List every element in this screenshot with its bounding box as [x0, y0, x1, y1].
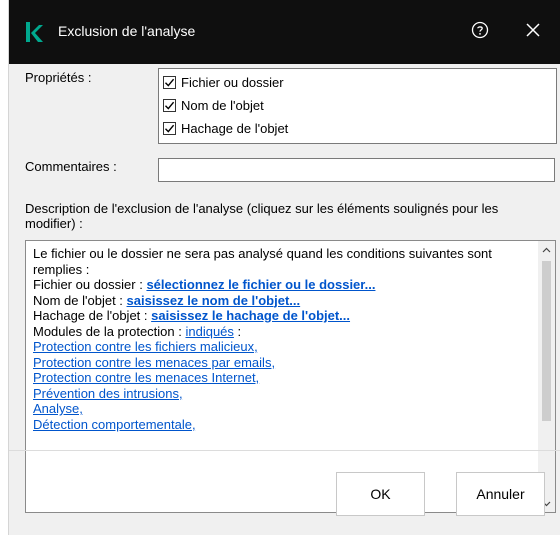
module-link[interactable]: Prévention des intrusions, — [33, 386, 183, 401]
name-condition-label: Nom de l'objet : — [33, 292, 127, 308]
kaspersky-logo-icon — [26, 22, 43, 42]
checkmark-icon — [165, 101, 175, 110]
scroll-up-button[interactable] — [538, 241, 555, 258]
module-link[interactable]: Détection comportementale, — [33, 417, 196, 432]
module-link[interactable]: Protection contre les menaces par emails… — [33, 355, 275, 370]
dialog-content: Propriétés : Fichier ou dossier Nom de l… — [9, 64, 560, 535]
cancel-button[interactable]: Annuler — [456, 472, 545, 516]
enter-hash-link[interactable]: saisissez le hachage de l'objet... — [151, 308, 350, 323]
scroll-thumb[interactable] — [542, 261, 551, 421]
modules-suffix: : — [233, 323, 242, 339]
description-label: Description de l'exclusion de l'analyse … — [25, 201, 499, 231]
modules-row: Modules de la protection : indiqués : — [33, 324, 529, 340]
modules-link[interactable]: indiqués — [185, 324, 233, 339]
close-icon[interactable] — [522, 19, 544, 41]
property-object-name[interactable]: Nom de l'objet — [163, 94, 264, 116]
checkmark-icon — [165, 124, 175, 133]
checkbox-object-name[interactable] — [163, 98, 176, 112]
property-label: Nom de l'objet — [181, 97, 264, 113]
file-condition-row: Fichier ou dossier : sélectionnez le fic… — [33, 277, 529, 293]
property-file-or-folder[interactable]: Fichier ou dossier — [163, 71, 284, 93]
property-label: Fichier ou dossier — [181, 74, 284, 90]
properties-list: Fichier ou dossier Nom de l'objet Hachag… — [158, 68, 557, 144]
exclusion-dialog: Exclusion de l'analyse Propriétés : Fich… — [9, 0, 560, 535]
select-file-link[interactable]: sélectionnez le fichier ou le dossier... — [146, 277, 375, 292]
checkbox-object-hash[interactable] — [163, 121, 176, 135]
module-link[interactable]: Analyse, — [33, 401, 83, 416]
property-label: Hachage de l'objet — [181, 120, 289, 136]
hash-condition-row: Hachage de l'objet : saisissez le hachag… — [33, 308, 529, 324]
background-window-edge — [0, 0, 9, 535]
title-bar: Exclusion de l'analyse — [9, 0, 560, 64]
comments-input[interactable] — [158, 158, 555, 182]
property-object-hash[interactable]: Hachage de l'objet — [163, 117, 288, 139]
hash-condition-label: Hachage de l'objet : — [33, 308, 152, 323]
module-link[interactable]: Protection contre les menaces Internet, — [33, 370, 259, 385]
name-condition-row: Nom de l'objet : saisissez le nom de l'o… — [33, 293, 529, 309]
help-icon[interactable] — [471, 21, 489, 39]
description-text: Le fichier ou le dossier ne sera pas ana… — [33, 246, 529, 432]
description-intro: Le fichier ou le dossier ne sera pas ana… — [33, 246, 492, 277]
window-title: Exclusion de l'analyse — [58, 23, 196, 39]
enter-name-link[interactable]: saisissez le nom de l'objet... — [127, 293, 301, 308]
file-condition-label: Fichier ou dossier : — [33, 277, 147, 292]
modules-label: Modules de la protection : — [33, 323, 186, 339]
checkmark-icon — [165, 78, 175, 87]
checkbox-file-or-folder[interactable] — [163, 75, 176, 89]
comments-label: Commentaires : — [25, 159, 117, 174]
properties-label: Propriétés : — [25, 70, 92, 85]
chevron-up-icon — [542, 247, 551, 252]
button-separator — [9, 450, 560, 451]
ok-button[interactable]: OK — [336, 472, 425, 516]
module-link[interactable]: Protection contre les fichiers malicieux… — [33, 339, 258, 354]
